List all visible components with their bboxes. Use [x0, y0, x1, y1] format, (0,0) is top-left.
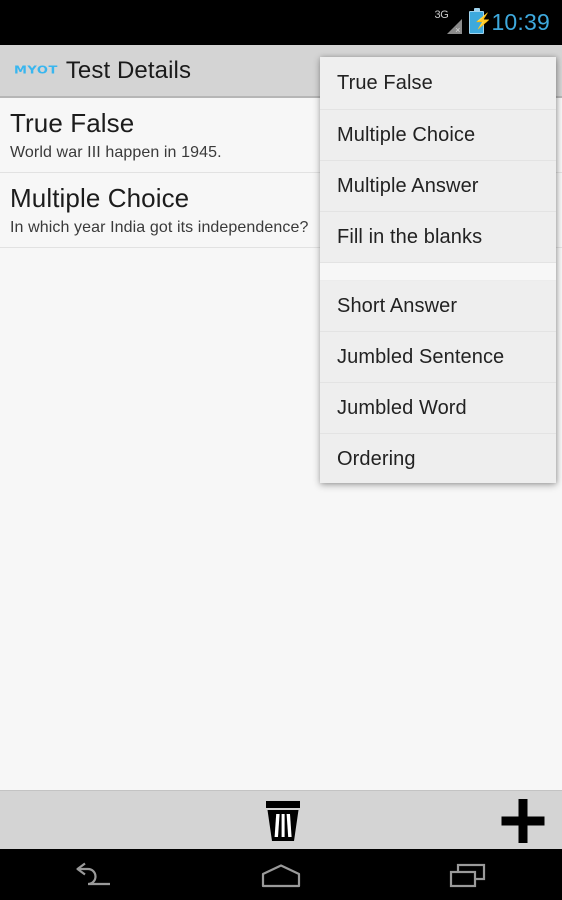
signal-3g-icon: 3G ×: [432, 8, 463, 36]
status-bar-clock: 10:39: [491, 9, 550, 35]
battery-bolt-glyph: ⚡: [473, 13, 493, 30]
menu-item-fill-in-the-blanks[interactable]: Fill in the blanks: [320, 212, 556, 263]
add-button[interactable]: [490, 791, 556, 850]
battery-charging-icon: ⚡: [469, 8, 492, 34]
plus-icon: [501, 798, 545, 843]
signal-network-label: 3G: [434, 8, 449, 21]
menu-item-jumbled-sentence[interactable]: Jumbled Sentence: [320, 332, 556, 383]
back-arrow-icon: [76, 862, 110, 886]
system-navigation-bar: [0, 852, 562, 900]
menu-item-true-false[interactable]: True False: [320, 57, 556, 110]
home-button[interactable]: [187, 852, 374, 900]
back-button[interactable]: [0, 852, 187, 900]
home-icon: [261, 864, 301, 888]
bottom-toolbar: [0, 790, 562, 852]
recents-button[interactable]: [375, 852, 562, 900]
menu-item-short-answer[interactable]: Short Answer: [320, 281, 556, 332]
device-screen: 3G × ⚡ 10:39 MYOT Test Details True Fals…: [0, 0, 562, 900]
menu-item-ordering[interactable]: Ordering: [320, 434, 556, 483]
menu-scroll-divider: [320, 263, 556, 281]
recents-icon: [450, 863, 486, 888]
question-type-dropdown-menu[interactable]: True False Multiple Choice Multiple Answ…: [320, 57, 556, 483]
status-bar-icons: 3G × ⚡ 10:39: [432, 8, 550, 36]
page-title: Test Details: [65, 56, 192, 84]
menu-item-jumbled-word[interactable]: Jumbled Word: [320, 383, 556, 434]
menu-item-multiple-answer[interactable]: Multiple Answer: [320, 161, 556, 212]
trash-icon: [266, 800, 300, 841]
signal-no-service-mark: ×: [455, 24, 461, 35]
delete-button[interactable]: [250, 791, 316, 850]
menu-item-multiple-choice[interactable]: Multiple Choice: [320, 110, 556, 161]
status-bar: 3G × ⚡ 10:39: [0, 0, 562, 45]
app-logo[interactable]: MYOT: [14, 64, 58, 76]
